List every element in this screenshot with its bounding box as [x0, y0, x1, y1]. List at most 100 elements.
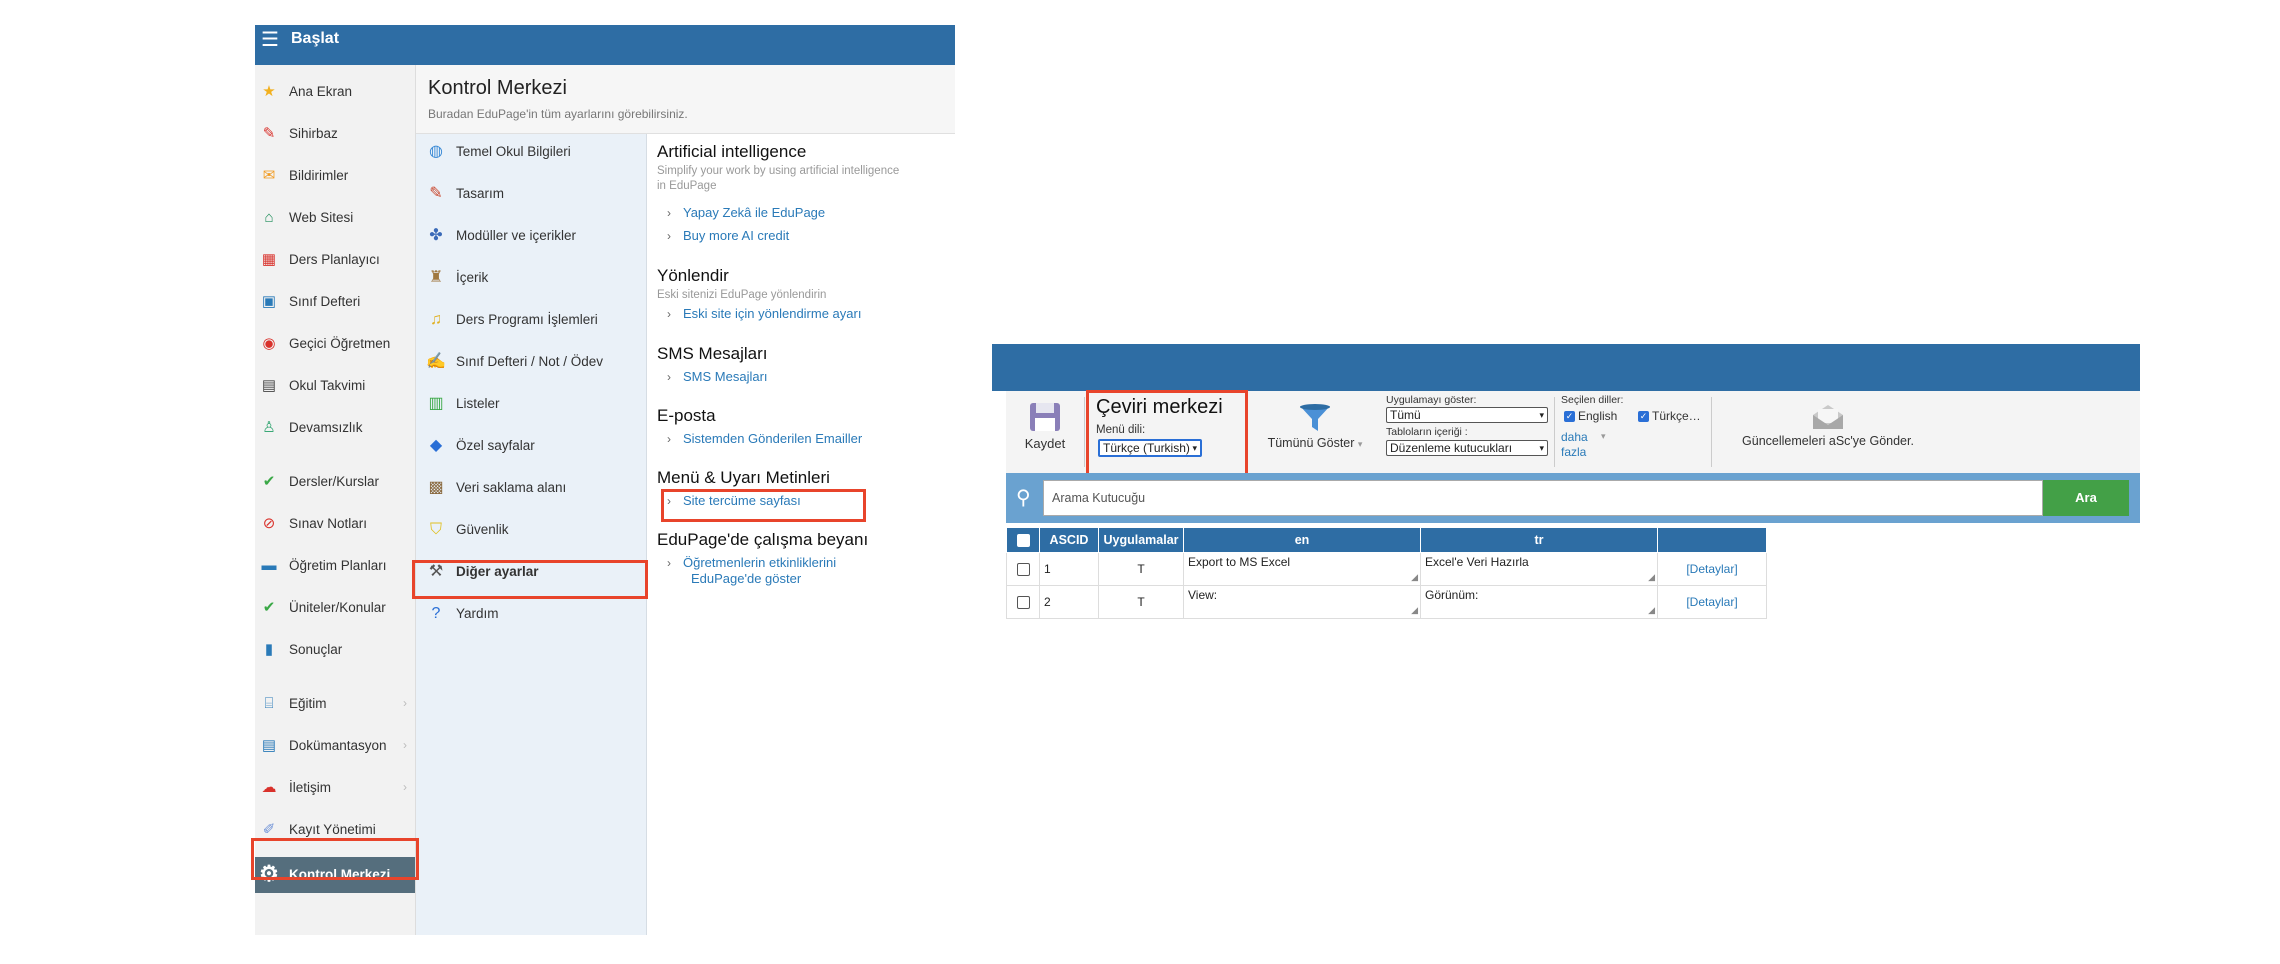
menu-item-8[interactable]: ◆ Özel sayfalar — [416, 430, 646, 462]
menu-item-icon: ▩ — [428, 479, 444, 496]
link-system-emails[interactable]: › Sistemden Gönderilen Emailler — [667, 431, 862, 447]
start-label[interactable]: Başlat — [291, 30, 339, 48]
page-header: Kontrol Merkezi Buradan EduPage'in tüm a… — [416, 65, 955, 134]
col-tr[interactable]: tr — [1420, 527, 1658, 553]
chevron-right-icon: › — [667, 370, 671, 384]
search-input[interactable] — [1043, 480, 2043, 516]
sidebar-item-17[interactable]: ☁ İletişim › — [255, 773, 415, 803]
sidebar-item-label: Dokümantasyon — [289, 738, 387, 753]
sidebar-item-label: Geçici Öğretmen — [289, 336, 391, 351]
menu-item-4[interactable]: ♜ İçerik — [416, 262, 646, 294]
more-languages-link[interactable]: daha fazla — [1561, 430, 1588, 460]
sidebar-item-icon: ✉ — [262, 167, 276, 184]
resize-handle-icon[interactable]: ◢ — [1648, 605, 1655, 616]
resize-handle-icon[interactable]: ◢ — [1411, 572, 1418, 583]
sidebar-item-4[interactable]: ⌂ Web Sitesi — [255, 203, 415, 233]
sidebar-item-10[interactable]: ✔ Dersler/Kurslar — [255, 467, 415, 497]
chevron-down-icon[interactable]: ▾ — [1601, 431, 1606, 442]
row-checkbox[interactable] — [1016, 563, 1030, 577]
link-ai-edupage[interactable]: › Yapay Zekâ ile EduPage — [667, 205, 825, 221]
app-show-select[interactable]: Tümü ▾ — [1386, 407, 1548, 423]
select-all-header[interactable] — [1006, 527, 1040, 553]
send-updates-button[interactable]: Güncellemeleri aSc'ye Gönder. — [1728, 403, 1928, 448]
row-select-cell[interactable] — [1006, 552, 1040, 586]
menu-item-3[interactable]: ✤ Modüller ve içerikler — [416, 220, 646, 252]
sidebar-item-label: Kayıt Yönetimi — [289, 822, 376, 837]
sidebar-item-label: Öğretim Planları — [289, 558, 387, 573]
chevron-right-icon: › — [403, 780, 407, 794]
link-teacher-activities[interactable]: › Öğretmenlerin etkinliklerini EduPage'de … — [667, 555, 836, 587]
link-redirect-settings[interactable]: › Eski site için yönlendirme ayarı — [667, 306, 861, 322]
menu-item-icon: ◍ — [429, 143, 443, 160]
details-link[interactable]: [Detaylar] — [1657, 585, 1767, 619]
menu-item-label: Sınıf Defteri / Not / Ödev — [456, 354, 604, 369]
tr-text-cell[interactable]: Görünüm: ◢ — [1420, 585, 1658, 619]
en-text-cell[interactable]: Export to MS Excel ◢ — [1183, 552, 1421, 586]
menu-item-2[interactable]: ✎ Tasarım — [416, 178, 646, 210]
menu-item-12[interactable]: ? Yardım — [416, 598, 646, 630]
lang-english-checkbox[interactable]: ✓ English — [1564, 409, 1617, 423]
link-sms[interactable]: › SMS Mesajları — [667, 369, 768, 385]
resize-handle-icon[interactable]: ◢ — [1648, 572, 1655, 583]
link-buy-ai-credit[interactable]: › Buy more AI credit — [667, 228, 789, 244]
menu-item-6[interactable]: ✍ Sınıf Defteri / Not / Ödev — [416, 346, 646, 378]
menu-item-label: Listeler — [456, 396, 500, 411]
sidebar-item-label: Sonuçlar — [289, 642, 343, 657]
sidebar-item-7[interactable]: ◉ Geçici Öğretmen — [255, 329, 415, 359]
row-checkbox[interactable] — [1016, 596, 1030, 610]
sidebar-item-9[interactable]: ♙ Devamsızlık — [255, 413, 415, 443]
sidebar-item-label: Sınav Notları — [289, 516, 368, 531]
sidebar-item-icon: ✔ — [262, 599, 276, 616]
highlight-site-translation — [661, 489, 866, 522]
sidebar-item-14[interactable]: ▮ Sonuçlar — [255, 635, 415, 665]
menu-item-1[interactable]: ◍ Temel Okul Bilgileri — [416, 136, 646, 168]
en-text-cell[interactable]: View: ◢ — [1183, 585, 1421, 619]
save-button[interactable]: Kaydet — [1022, 401, 1068, 451]
hamburger-menu-icon[interactable]: ☰ — [261, 30, 279, 50]
sidebar-item-2[interactable]: ✎ Sihirbaz — [255, 119, 415, 149]
lang-turkish-checkbox[interactable]: ✓ Türkçe… — [1638, 409, 1701, 423]
table-row: 1 T Export to MS Excel ◢ Excel'e Veri Hazırl… — [1006, 552, 1767, 586]
sidebar-item-3[interactable]: ✉ Bildirimler — [255, 161, 415, 191]
ascid-cell: 2 — [1039, 585, 1099, 619]
sidebar-item-label: Eğitim — [289, 696, 327, 711]
menu-item-5[interactable]: ♫ Ders Programı İşlemleri — [416, 304, 646, 336]
menu-item-icon: ✤ — [429, 227, 443, 244]
menu-item-icon: ♫ — [430, 311, 442, 328]
envelope-icon — [1813, 405, 1843, 429]
highlight-other-settings — [412, 560, 648, 599]
table-content-select[interactable]: Düzenleme kutucukları ▾ — [1386, 440, 1548, 456]
sidebar-item-label: Ana Ekran — [289, 84, 353, 99]
sidebar-item-1[interactable]: ★ Ana Ekran — [255, 77, 415, 107]
sidebar-item-12[interactable]: ▬ Öğretim Planları — [255, 551, 415, 581]
menu-item-label: Güvenlik — [456, 522, 509, 537]
col-details — [1657, 527, 1767, 553]
tr-text-cell[interactable]: Excel'e Veri Hazırla ◢ — [1420, 552, 1658, 586]
chevron-right-icon: › — [667, 556, 671, 570]
col-en[interactable]: en — [1183, 527, 1421, 553]
menu-item-10[interactable]: ⛉ Güvenlik — [416, 514, 646, 546]
resize-handle-icon[interactable]: ◢ — [1411, 605, 1418, 616]
col-ascid[interactable]: ASCID — [1039, 527, 1099, 553]
search-button[interactable]: Ara — [2043, 480, 2129, 516]
menu-item-icon: ? — [431, 605, 441, 622]
menu-item-icon: ▥ — [428, 395, 444, 412]
col-apps[interactable]: Uygulamalar — [1098, 527, 1184, 553]
sidebar-item-6[interactable]: ▣ Sınıf Defteri — [255, 287, 415, 317]
row-select-cell[interactable] — [1006, 585, 1040, 619]
menu-item-9[interactable]: ▩ Veri saklama alanı — [416, 472, 646, 504]
details-link[interactable]: [Detaylar] — [1657, 552, 1767, 586]
chevron-right-icon: › — [667, 229, 671, 243]
sidebar-item-8[interactable]: ▤ Okul Takvimi — [255, 371, 415, 401]
sidebar-item-11[interactable]: ⊘ Sınav Notları — [255, 509, 415, 539]
menu-item-7[interactable]: ▥ Listeler — [416, 388, 646, 420]
sidebar-item-5[interactable]: ▦ Ders Planlayıcı — [255, 245, 415, 275]
sidebar-item-13[interactable]: ✔ Üniteler/Konular — [255, 593, 415, 623]
menu-item-label: Tasarım — [456, 186, 505, 201]
select-all-checkbox[interactable] — [1016, 534, 1030, 548]
sidebar-item-16[interactable]: ▤ Dokümantasyon › — [255, 731, 415, 761]
sidebar-item-icon: ★ — [262, 83, 276, 100]
show-all-button[interactable]: Tümünü Göster ▾ — [1260, 403, 1370, 450]
sidebar-item-icon: ☁ — [261, 779, 277, 796]
sidebar-item-15[interactable]: ⌸ Eğitim › — [255, 689, 415, 719]
